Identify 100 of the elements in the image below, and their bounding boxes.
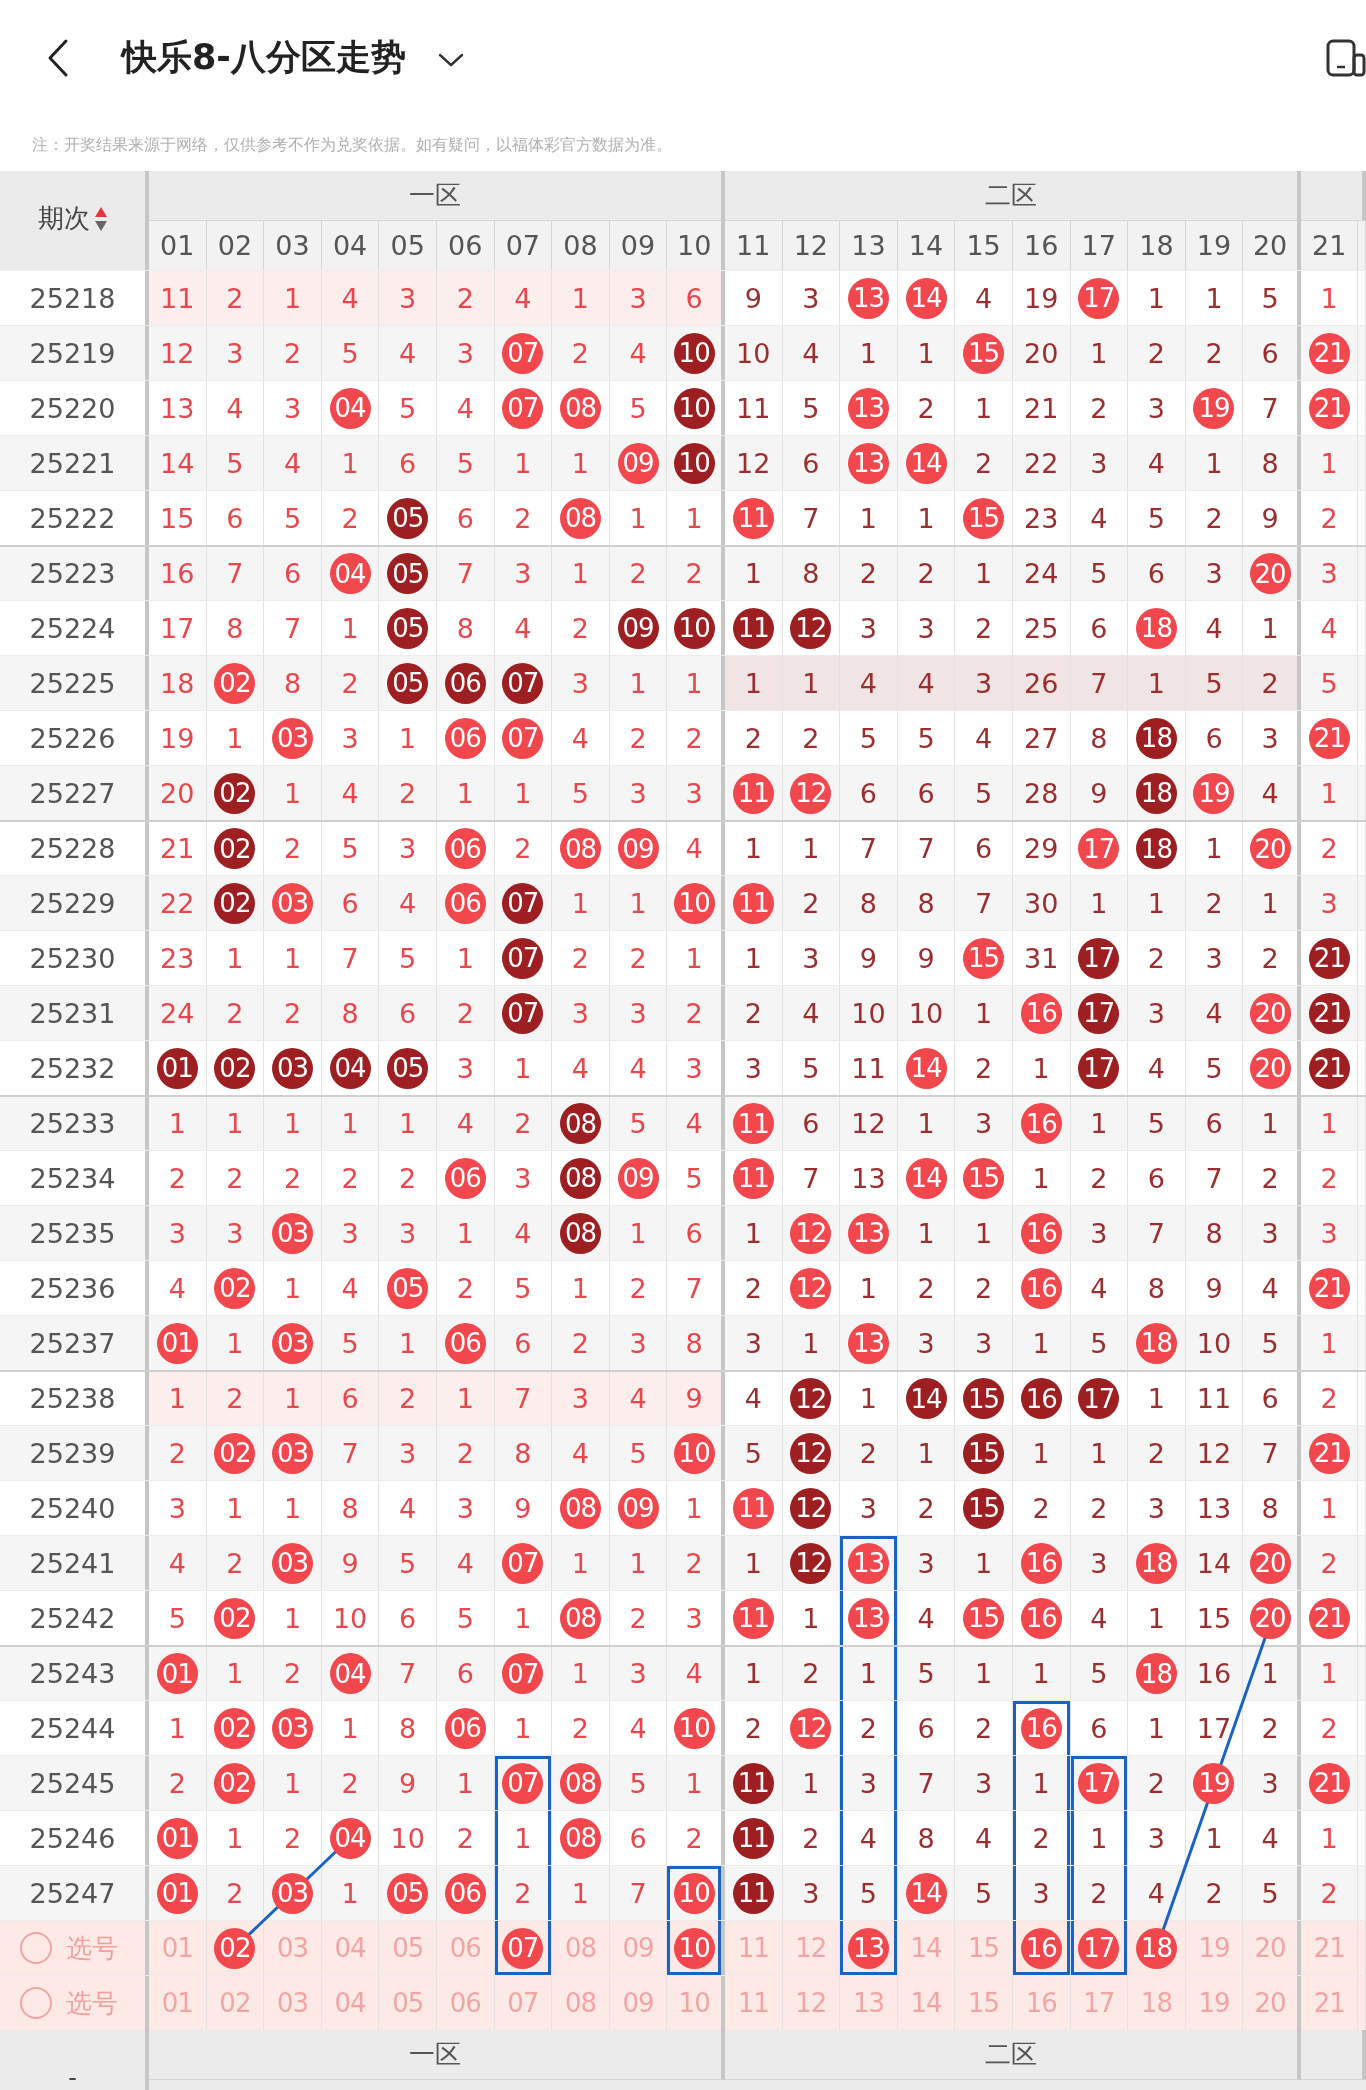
number-ball: 21	[1308, 1762, 1350, 1804]
table-cell: 3	[1012, 1866, 1071, 1920]
number-option[interactable]: 17	[1078, 1927, 1120, 1969]
number-ball: 11	[732, 882, 774, 924]
number-option[interactable]: 01	[156, 1927, 198, 1969]
number-option[interactable]: 04	[329, 1927, 371, 1969]
number-option[interactable]: 19	[1193, 1982, 1235, 2024]
number-option[interactable]: 18	[1135, 1927, 1177, 1969]
number-option[interactable]: 05	[387, 1927, 429, 1969]
column-header[interactable]: 10	[667, 221, 725, 270]
number-ball: 11	[732, 1487, 774, 1529]
number-ball: 05	[387, 1267, 429, 1309]
number-option[interactable]: 21	[1308, 1927, 1350, 1969]
number-ball: 08	[559, 1212, 601, 1254]
number-ball: 11	[732, 1597, 774, 1639]
number-option[interactable]: 15	[963, 1927, 1005, 1969]
column-header[interactable]: 14	[897, 221, 956, 270]
number-option[interactable]: 03	[272, 1927, 313, 1969]
number-ball: 02	[214, 772, 256, 814]
number-ball: 12	[790, 1707, 832, 1749]
number-option[interactable]: 16	[1020, 1927, 1062, 1969]
number-option[interactable]: 07	[502, 1927, 544, 1969]
device-icon[interactable]	[1326, 38, 1366, 77]
number-ball: 20	[1249, 992, 1291, 1034]
radio-button[interactable]	[20, 1932, 52, 1964]
number-option[interactable]: 08	[559, 1982, 601, 2024]
number-option[interactable]: 12	[790, 1982, 832, 2024]
number-ball: 06	[444, 662, 486, 704]
number-option[interactable]: 17	[1078, 1982, 1120, 2024]
column-header[interactable]: 02	[206, 221, 265, 270]
number-option[interactable]: 18	[1135, 1982, 1177, 2024]
number-option[interactable]: 10	[673, 1927, 715, 1969]
column-header[interactable]: 18	[1128, 221, 1186, 270]
number-option[interactable]: 14	[905, 1927, 947, 1969]
column-header[interactable]: 17	[1070, 221, 1129, 270]
number-option[interactable]: 07	[502, 1982, 544, 2024]
column-header[interactable]: 04	[321, 221, 380, 270]
number-option[interactable]: 20	[1249, 1927, 1291, 1969]
column-header[interactable]: 12	[782, 221, 841, 270]
column-header[interactable]: 05	[379, 221, 437, 270]
number-ball: 12	[790, 772, 832, 814]
column-header[interactable]: 13	[840, 221, 898, 270]
number-ball: 04	[329, 387, 371, 429]
number-ball: 15	[963, 1487, 1005, 1529]
number-ball: 18	[1135, 1542, 1177, 1584]
column-header[interactable]: 20	[1243, 221, 1301, 270]
number-ball: 21	[1308, 937, 1350, 979]
number-option[interactable]: 11	[732, 1982, 774, 2024]
column-header[interactable]: 03	[264, 221, 322, 270]
number-option[interactable]: 09	[617, 1982, 659, 2024]
column-header[interactable]: 08	[552, 221, 610, 270]
number-option[interactable]: 14	[905, 1982, 947, 2024]
number-option[interactable]: 11	[732, 1927, 774, 1969]
number-ball: 10	[673, 607, 715, 649]
table-cell: 1	[494, 1811, 553, 1865]
column-header[interactable]: 11	[724, 221, 783, 270]
number-option[interactable]: 02	[214, 1927, 256, 1969]
back-icon[interactable]	[46, 37, 70, 78]
number-option[interactable]: 13	[847, 1982, 889, 2024]
number-ball: 04	[329, 553, 371, 594]
number-option[interactable]: 12	[790, 1927, 832, 1969]
table-cell: 1	[264, 271, 322, 325]
number-ball: 17	[1078, 1378, 1120, 1419]
number-option[interactable]: 15	[963, 1982, 1005, 2024]
number-option[interactable]: 06	[444, 1927, 486, 1969]
column-header[interactable]: 21	[1300, 221, 1359, 270]
number-option[interactable]: 09	[617, 1927, 659, 1969]
number-ball: 13	[847, 1542, 889, 1584]
sort-icon[interactable]	[93, 205, 108, 232]
number-ball: 13	[847, 387, 889, 429]
table-cell: 1	[264, 1372, 322, 1425]
number-option[interactable]: 08	[559, 1927, 601, 1969]
table-cell: 5	[1185, 656, 1244, 710]
number-option[interactable]: 04	[329, 1982, 371, 2024]
column-header[interactable]: 07	[494, 221, 553, 270]
number-option[interactable]: 05	[387, 1982, 429, 2024]
number-option[interactable]: 03	[272, 1982, 313, 2024]
chevron-down-icon[interactable]	[437, 51, 464, 68]
column-header[interactable]: 09	[609, 221, 668, 270]
number-option[interactable]: 01	[156, 1982, 198, 2024]
number-option[interactable]: 13	[847, 1927, 889, 1969]
column-header[interactable]: 16	[1012, 221, 1071, 270]
column-header[interactable]: 15	[955, 221, 1013, 270]
number-option[interactable]: 16	[1020, 1982, 1062, 2024]
number-option[interactable]: 10	[673, 1982, 715, 2024]
number-ball: 18	[1135, 772, 1177, 814]
column-header[interactable]: 01	[149, 221, 207, 270]
pick-label: 选号	[66, 1986, 118, 2020]
number-ball: 15	[963, 1157, 1005, 1199]
number-option[interactable]: 06	[444, 1982, 486, 2024]
number-ball: 07	[502, 1653, 544, 1694]
number-ball: 17	[1078, 1762, 1120, 1804]
column-header[interactable]: 06	[436, 221, 495, 270]
radio-button[interactable]	[20, 1987, 52, 2019]
number-option[interactable]: 21	[1308, 1982, 1350, 2024]
number-ball: 18	[1135, 1322, 1177, 1364]
number-option[interactable]: 02	[214, 1982, 256, 2024]
number-option[interactable]: 20	[1249, 1982, 1291, 2024]
number-option[interactable]: 19	[1193, 1927, 1235, 1969]
column-header[interactable]: 19	[1185, 221, 1244, 270]
